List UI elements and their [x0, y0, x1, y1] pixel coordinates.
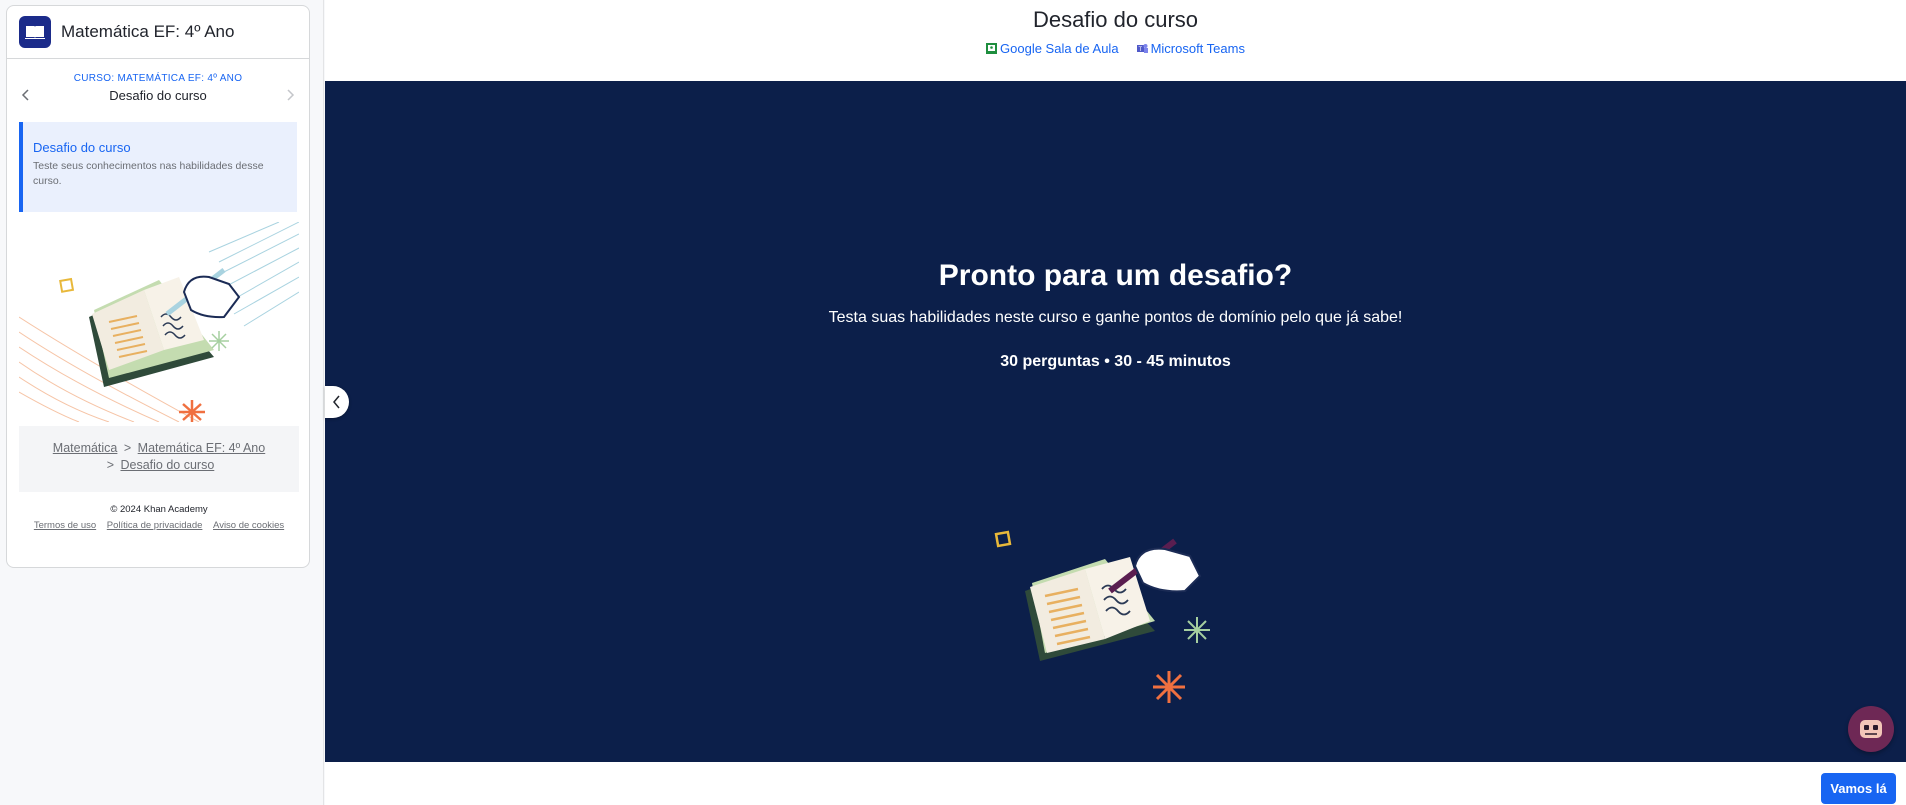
footer: © 2024 Khan Academy Termos de uso Políti… — [19, 504, 299, 532]
privacy-link[interactable]: Política de privacidade — [107, 520, 203, 531]
google-classroom-link[interactable]: Google Sala de Aula — [986, 41, 1119, 56]
hero-subheading: Testa suas habilidades neste curso e gan… — [828, 309, 1403, 326]
google-classroom-icon — [986, 43, 998, 54]
course-nav-card: Matemática EF: 4º Ano CURSO: MATEMÁTICA … — [6, 5, 310, 568]
breadcrumb-link[interactable]: Desafio do curso — [120, 458, 214, 472]
copyright: © 2024 Khan Academy — [110, 504, 208, 515]
breadcrumb-separator: > — [106, 458, 114, 472]
cookies-link[interactable]: Aviso de cookies — [213, 520, 284, 531]
chevron-right-icon[interactable] — [282, 87, 298, 103]
notebook-illustration — [994, 530, 1210, 703]
challenge-description: Teste seus conhecimentos nas habilidades… — [33, 160, 264, 187]
course-header[interactable]: Matemática EF: 4º Ano — [7, 6, 309, 59]
breadcrumb-link[interactable]: Matemática — [53, 441, 118, 455]
unit-eyebrow: CURSO: MATEMÁTICA EF: 4º ANO — [73, 73, 243, 84]
hero-heading: Pronto para um desafio? — [938, 259, 1293, 292]
book-logo-icon — [19, 16, 51, 48]
terms-link[interactable]: Termos de uso — [34, 520, 96, 531]
main-content: Desafio do curso Google Sala de Aula T M… — [325, 0, 1906, 805]
assistant-avatar-icon[interactable] — [1848, 706, 1894, 752]
course-title: Matemática EF: 4º Ano — [61, 22, 235, 41]
breadcrumb: Matemática > Matemática EF: 4º Ano > Des… — [19, 426, 299, 492]
microsoft-teams-link[interactable]: T Microsoft Teams — [1136, 41, 1245, 56]
microsoft-teams-icon: T — [1136, 44, 1148, 53]
challenge-title: Desafio do curso — [33, 140, 131, 155]
hero-banner: Pronto para um desafio? Testa suas habil… — [325, 81, 1906, 762]
unit-nav: CURSO: MATEMÁTICA EF: 4º ANO Desafio do … — [7, 59, 309, 115]
notebook-illustration — [19, 222, 299, 422]
share-row: Google Sala de Aula T Microsoft Teams — [325, 41, 1906, 56]
footer-links: Termos de uso Política de privacidade Av… — [19, 520, 299, 532]
breadcrumb-link[interactable]: Matemática EF: 4º Ano — [138, 441, 266, 455]
unit-name: Desafio do curso — [109, 88, 207, 103]
sidebar-item-course-challenge[interactable]: Desafio do curso Teste seus conhecimento… — [19, 122, 297, 212]
page-title: Desafio do curso — [1032, 7, 1199, 32]
start-challenge-button[interactable]: Vamos lá — [1821, 773, 1896, 804]
collapse-chevron-icon — [333, 395, 340, 409]
sidebar: Matemática EF: 4º Ano CURSO: MATEMÁTICA … — [0, 0, 324, 805]
microsoft-teams-label: Microsoft Teams — [1150, 41, 1245, 56]
breadcrumb-separator: > — [123, 441, 132, 455]
hero-meta: 30 perguntas • 30 - 45 minutos — [1000, 353, 1231, 370]
svg-text:T: T — [1138, 47, 1142, 53]
google-classroom-label: Google Sala de Aula — [1000, 41, 1119, 56]
